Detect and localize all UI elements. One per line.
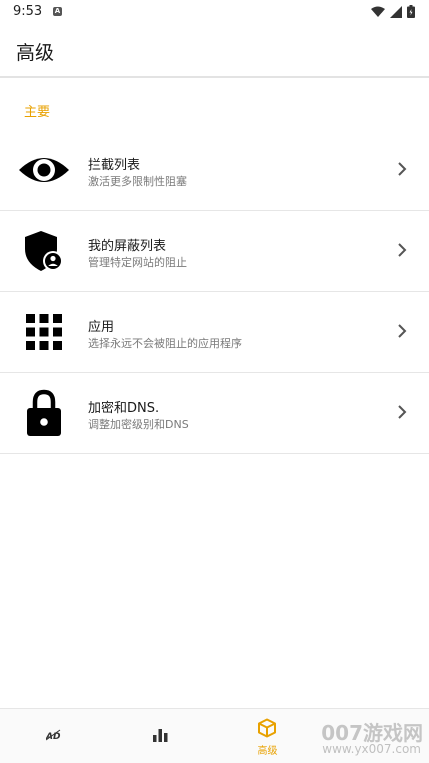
- list-item-blocklists[interactable]: 拦截列表 激活更多限制性阻塞: [0, 130, 429, 211]
- bottom-nav: AD 高级 007游戏网 www.yx007.com: [0, 708, 429, 763]
- list-item-subtitle: 管理特定网站的阻止: [88, 256, 187, 269]
- wifi-icon: [371, 6, 385, 17]
- signal-icon: [390, 5, 402, 18]
- shield-user-icon: [16, 225, 72, 277]
- chevron-right-icon: [398, 243, 407, 257]
- settings-list: 拦截列表 激活更多限制性阻塞 我的屏蔽列表 管理特定网站的阻止 应用 选择永远不…: [0, 130, 429, 454]
- app-bar: 高级: [0, 24, 429, 78]
- chevron-right-icon: [398, 162, 407, 176]
- stats-tab[interactable]: [107, 709, 214, 763]
- cube-icon: [258, 718, 276, 738]
- list-item-title: 应用: [88, 320, 115, 335]
- status-bar: 9:53 A: [0, 0, 429, 24]
- list-item-title: 我的屏蔽列表: [88, 239, 167, 254]
- list-item-title: 拦截列表: [88, 158, 141, 173]
- list-item-apps[interactable]: 应用 选择永远不会被阻止的应用程序: [0, 292, 429, 373]
- status-time: 9:53: [13, 4, 43, 19]
- list-item-subtitle: 选择永远不会被阻止的应用程序: [88, 337, 242, 350]
- page-title: 高级: [16, 42, 55, 64]
- ad-block-tab[interactable]: AD: [0, 709, 107, 763]
- advanced-tab-label: 高级: [257, 746, 278, 757]
- grid-apps-icon: [16, 306, 72, 358]
- eye-icon: [16, 144, 72, 196]
- section-header: 主要: [24, 105, 51, 120]
- battery-icon: [407, 5, 415, 18]
- list-item-my-blocklist[interactable]: 我的屏蔽列表 管理特定网站的阻止: [0, 211, 429, 292]
- ad-block-icon: AD: [46, 729, 61, 741]
- status-icons: [371, 5, 415, 18]
- svg-text:AD: AD: [46, 732, 61, 741]
- list-item-encryption-dns[interactable]: 加密和DNS. 调整加密级别和DNS: [0, 373, 429, 454]
- list-item-subtitle: 激活更多限制性阻塞: [88, 175, 187, 188]
- bar-chart-icon: [153, 729, 168, 742]
- lock-icon: [16, 387, 72, 439]
- watermark-url: www.yx007.com: [322, 742, 421, 756]
- chevron-right-icon: [398, 405, 407, 419]
- list-item-subtitle: 调整加密级别和DNS: [88, 418, 189, 431]
- notification-badge-icon: A: [53, 7, 62, 16]
- chevron-right-icon: [398, 324, 407, 338]
- list-item-title: 加密和DNS.: [88, 401, 160, 416]
- advanced-tab[interactable]: 高级: [214, 709, 321, 763]
